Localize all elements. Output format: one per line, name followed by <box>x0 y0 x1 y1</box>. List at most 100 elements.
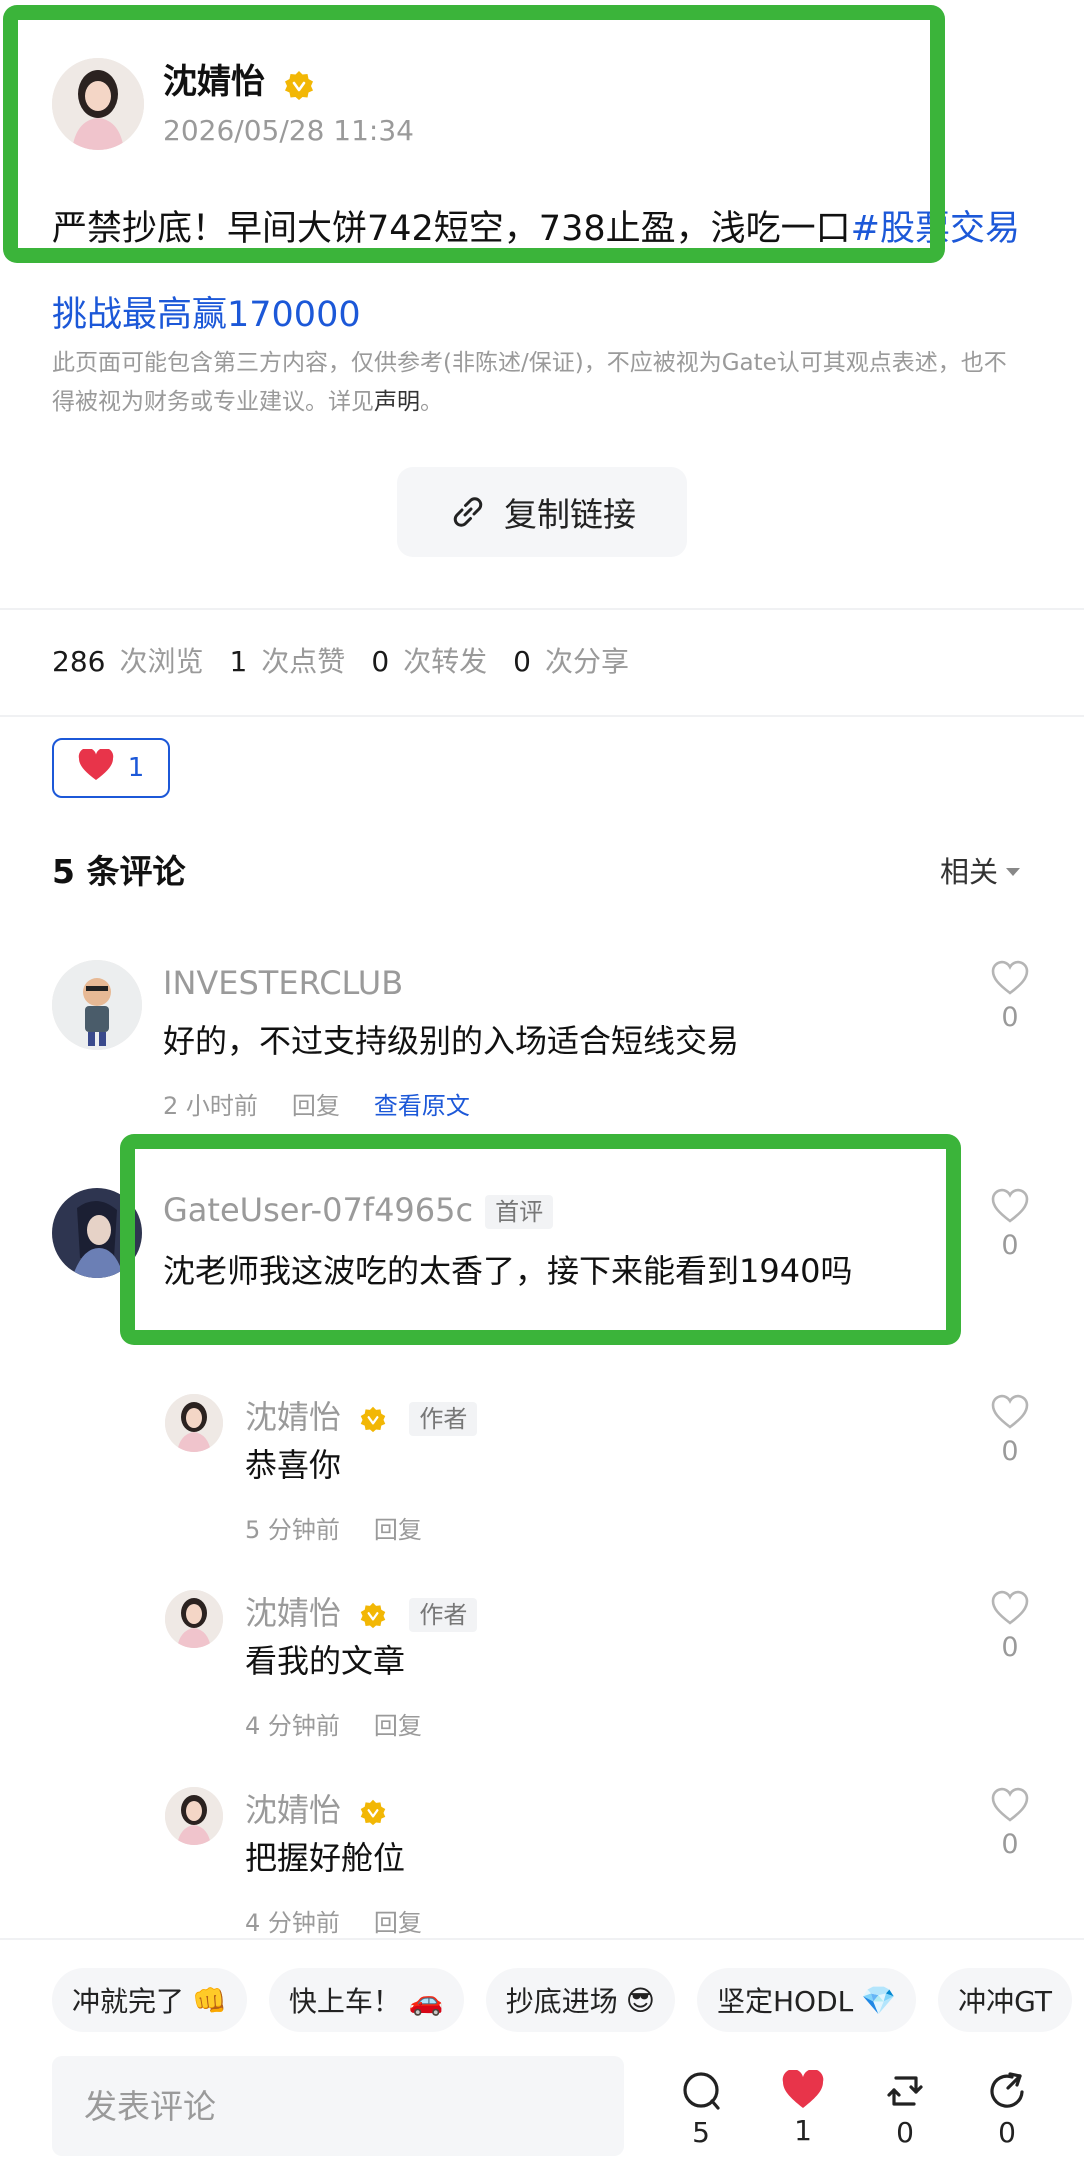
author-tag: 作者 <box>409 1402 478 1436</box>
reply-author-name[interactable]: 沈婧怡 <box>245 1594 341 1632</box>
car-emoji: 🚗 <box>408 1983 444 2017</box>
commenter-name[interactable]: GateUser-07f4965c 首评 <box>163 1189 554 1231</box>
disclaimer-link[interactable]: 声明 <box>374 389 420 415</box>
comment-like-button[interactable]: 0 <box>980 960 1040 1033</box>
post-timestamp: 2026/05/28 11:34 <box>163 114 414 147</box>
author-tag: 作者 <box>409 1598 478 1632</box>
reply-author-name[interactable]: 沈婧怡 <box>245 1398 341 1436</box>
quick-reply-chip[interactable]: 快上车！ 🚗 <box>268 1968 464 2032</box>
reply-like-count: 0 <box>1001 1632 1019 1663</box>
gem-emoji: 💎 <box>861 1983 897 2017</box>
repost-action-button[interactable]: 0 <box>865 2070 945 2149</box>
heart-outline-icon <box>980 1590 1040 1626</box>
highlight-box-comment <box>120 1134 961 1345</box>
reply-button[interactable]: 回复 <box>374 1514 422 1546</box>
heart-outline-icon <box>980 1394 1040 1430</box>
reply-like-button[interactable]: 0 <box>980 1590 1040 1663</box>
post-body: 严禁抄底！早间大饼742短空，738止盈，浅吃一口#股票交易挑战最高赢17000… <box>52 186 1052 358</box>
verified-badge-icon <box>359 1798 387 1826</box>
link-icon <box>448 492 488 532</box>
heart-outline-icon <box>980 1188 1040 1224</box>
repost-icon <box>865 2070 945 2112</box>
like-action-button[interactable]: 1 <box>763 2070 843 2147</box>
reply-time: 4 分钟前 <box>245 1909 340 1937</box>
quick-reply-chip[interactable]: 抄底进场 😎 <box>485 1968 675 2032</box>
sort-dropdown[interactable]: 相关 <box>940 852 1021 892</box>
reply-text: 把握好舱位 <box>245 1839 406 1877</box>
reply-time: 5 分钟前 <box>245 1516 340 1544</box>
reply-text: 看我的文章 <box>245 1642 406 1680</box>
comment-like-button[interactable]: 0 <box>980 1188 1040 1261</box>
shares-count: 0 <box>513 645 531 678</box>
heart-reaction-button[interactable]: 1 <box>52 738 170 798</box>
comment-input[interactable] <box>52 2056 624 2156</box>
quick-reply-chip[interactable]: 冲就完了 👊 <box>52 1968 247 2032</box>
heart-reaction-count: 1 <box>127 753 145 783</box>
reply-author-avatar[interactable] <box>165 1394 223 1452</box>
commenter-avatar[interactable] <box>52 1188 142 1278</box>
heart-icon <box>78 747 114 788</box>
reply-button[interactable]: 回复 <box>374 1710 422 1742</box>
quick-reply-label: 抄底进场 <box>505 1985 618 2018</box>
reposts-count: 0 <box>371 645 390 678</box>
comment-text: 沈老师我这波吃的太香了，接下来能看到1940吗 <box>163 1252 853 1290</box>
comment-meta: 2 小时前 回复 查看原文 <box>163 1090 470 1122</box>
comment-time: 2 小时前 <box>163 1092 258 1120</box>
heart-outline-icon <box>980 1787 1040 1823</box>
quick-reply-label: 冲就完了 <box>72 1985 185 2018</box>
verified-badge-icon <box>359 1405 387 1433</box>
shares-label: 次分享 <box>544 645 629 678</box>
view-original-link[interactable]: 查看原文 <box>374 1090 470 1122</box>
quick-reply-chip[interactable]: 坚定HODL 💎 <box>697 1968 917 2032</box>
verified-badge-icon <box>283 69 315 101</box>
heart-filled-icon <box>763 2070 843 2110</box>
disclaimer-end: 。 <box>420 389 443 415</box>
likes-count: 1 <box>229 645 248 678</box>
copy-link-button[interactable]: 复制链接 <box>397 467 687 557</box>
first-comment-tag: 首评 <box>485 1195 554 1229</box>
reply-meta: 4 分钟前 回复 <box>245 1710 422 1742</box>
reply-author-avatar[interactable] <box>165 1787 223 1845</box>
reply-author-name[interactable]: 沈婧怡 <box>245 1791 341 1829</box>
reply-text: 恭喜你 <box>245 1446 342 1484</box>
quick-reply-label: 快上车！ <box>288 1985 401 2018</box>
likes-label: 次点赞 <box>261 645 346 678</box>
comments-action-button[interactable]: 5 <box>661 2070 741 2149</box>
repost-action-count: 0 <box>896 2116 914 2149</box>
reply-button[interactable]: 回复 <box>292 1090 340 1122</box>
views-label: 次浏览 <box>119 645 204 678</box>
reply-like-button[interactable]: 0 <box>980 1787 1040 1860</box>
sort-label: 相关 <box>940 855 999 889</box>
reply-like-button[interactable]: 0 <box>980 1394 1040 1467</box>
quick-reply-label: 冲冲GT <box>958 1985 1052 2018</box>
disclaimer: 此页面可能包含第三方内容，仅供参考(非陈述/保证)，不应被视为Gate认可其观点… <box>52 344 1012 422</box>
reply-like-count: 0 <box>1001 1829 1019 1860</box>
author-avatar[interactable] <box>52 58 144 150</box>
comment-count-heading: 5 条评论 <box>52 852 186 891</box>
quick-reply-label: 坚定HODL <box>717 1985 854 2018</box>
reply-button[interactable]: 回复 <box>374 1907 422 1939</box>
reply-meta: 5 分钟前 回复 <box>245 1514 422 1546</box>
commenter-avatar[interactable] <box>52 960 142 1050</box>
quick-reply-chip[interactable]: 冲冲GT <box>938 1968 1072 2032</box>
reply-author[interactable]: 沈婧怡 作者 <box>245 1592 478 1634</box>
caret-down-icon <box>1006 868 1021 876</box>
comment-like-count: 0 <box>1001 1230 1019 1261</box>
reposts-label: 次转发 <box>403 645 488 678</box>
reply-author[interactable]: 沈婧怡 作者 <box>245 1396 478 1438</box>
share-action-count: 0 <box>998 2116 1016 2149</box>
quick-reply-chips: 冲就完了 👊 快上车！ 🚗 抄底进场 😎 坚定HODL 💎 冲冲GT <box>52 1968 1072 2032</box>
reply-author[interactable]: 沈婧怡 <box>245 1789 387 1831</box>
views-count: 286 <box>52 645 106 678</box>
reply-time: 4 分钟前 <box>245 1712 340 1740</box>
author-name[interactable]: 沈婧怡 <box>163 60 265 104</box>
commenter-name[interactable]: INVESTERCLUB <box>163 962 403 1004</box>
copy-link-label: 复制链接 <box>504 495 636 534</box>
comment-like-count: 0 <box>1001 1002 1019 1033</box>
reply-meta: 4 分钟前 回复 <box>245 1907 422 1939</box>
commenter-username[interactable]: GateUser-07f4965c <box>163 1191 473 1229</box>
share-action-button[interactable]: 0 <box>967 2070 1047 2149</box>
reply-like-count: 0 <box>1001 1436 1019 1467</box>
divider <box>0 715 1084 717</box>
reply-author-avatar[interactable] <box>165 1590 223 1648</box>
